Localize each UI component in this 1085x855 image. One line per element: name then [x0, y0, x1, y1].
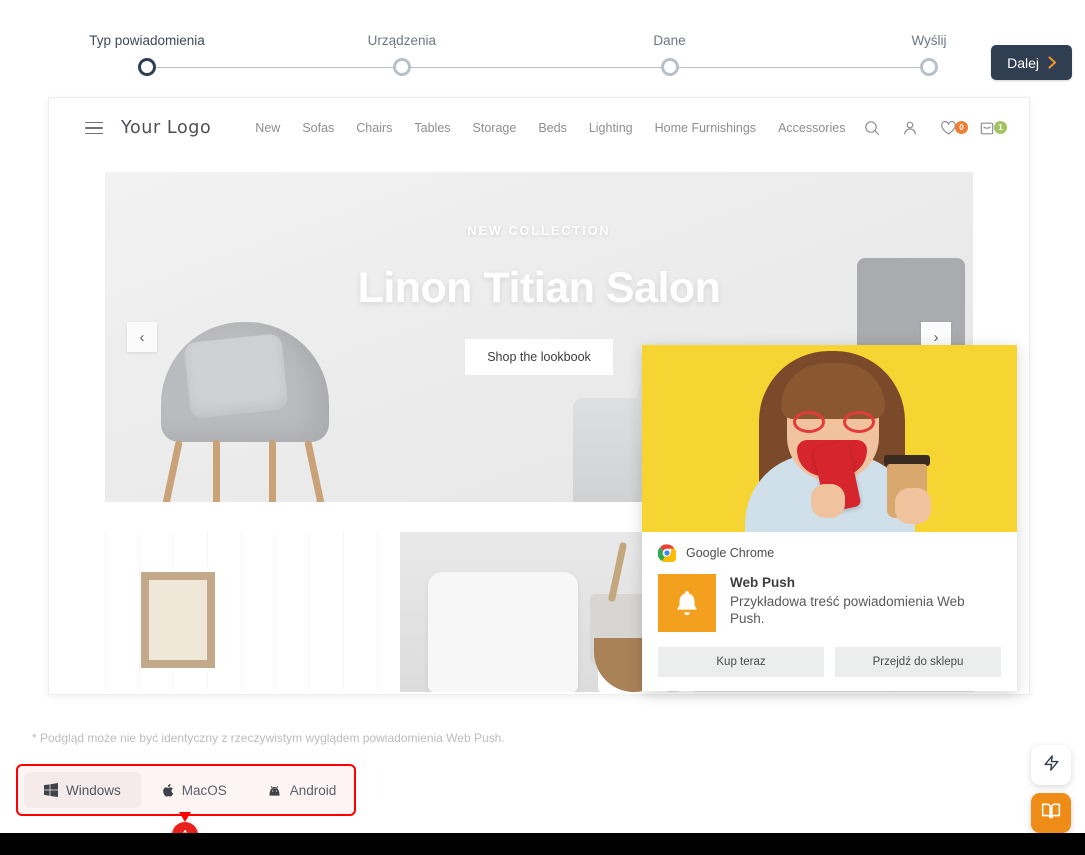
next-step-button[interactable]: Dalej — [991, 45, 1072, 80]
push-text: Przykładowa treść powiadomienia Web Push… — [730, 594, 965, 626]
nav-item-home-furnishings[interactable]: Home Furnishings — [655, 121, 756, 135]
bolt-icon — [1043, 754, 1060, 777]
step-label-3: Dane — [653, 33, 686, 48]
next-step-label: Dalej — [1007, 54, 1039, 71]
os-tab-windows-label: Windows — [66, 782, 121, 798]
hero-kicker: NEW COLLECTION — [467, 224, 611, 238]
thumbnail-bath-set[interactable] — [399, 532, 679, 692]
knowledge-base-button[interactable] — [1031, 793, 1071, 833]
step-dot-3[interactable] — [660, 58, 679, 76]
step-dot-4[interactable] — [920, 58, 938, 76]
os-tab-macos-label: MacOS — [181, 782, 227, 798]
web-push-notification-card: Google Chrome Web Push Przykładowa treść… — [642, 345, 1017, 691]
book-icon — [1041, 801, 1061, 826]
step-label-1: Typ powiadomienia — [89, 33, 205, 48]
cart-icon[interactable]: 1 — [979, 120, 1007, 136]
page-root: Typ powiadomienia Urządzenia Dane Wyślij… — [0, 0, 1085, 855]
annotation-pointer — [179, 812, 191, 822]
os-tab-windows[interactable]: Windows — [24, 772, 141, 808]
windows-icon — [44, 783, 58, 797]
shop-header: Your Logo New Sofas Chairs Tables Storag… — [49, 98, 1029, 158]
chrome-icon — [657, 544, 678, 564]
nav-item-sofas[interactable]: Sofas — [302, 121, 334, 135]
search-icon[interactable] — [864, 120, 880, 136]
push-source-name: Google Chrome — [686, 546, 775, 560]
user-icon[interactable] — [902, 120, 918, 136]
push-texts: Web Push Przykładowa treść powiadomienia… — [730, 574, 1001, 632]
stepper-connector-3 — [669, 67, 929, 68]
os-tabs: Windows MacOS Android — [24, 772, 356, 808]
nav-item-new[interactable]: New — [255, 121, 280, 135]
push-action-go-to-shop[interactable]: Przejdź do sklepu — [835, 647, 1001, 677]
nav-item-tables[interactable]: Tables — [414, 121, 450, 135]
wishlist-icon[interactable]: 0 — [940, 120, 968, 136]
cart-count-badge: 1 — [994, 121, 1007, 134]
stepper-connector-2 — [401, 67, 670, 68]
preview-footnote: * Podgląd może nie być identyczny z rzec… — [32, 731, 505, 745]
push-actions: Kup teraz Przejdź do sklepu — [658, 647, 1001, 677]
push-action-buy-now[interactable]: Kup teraz — [658, 647, 824, 677]
push-body: Google Chrome Web Push Przykładowa treść… — [642, 532, 1017, 691]
hamburger-menu-icon[interactable] — [85, 121, 103, 135]
carousel-prev-icon[interactable]: ‹ — [127, 322, 157, 352]
push-source-row: Google Chrome — [657, 544, 1001, 564]
step-label-4: Wyślij — [911, 33, 947, 48]
stepper-connector-1 — [147, 67, 402, 68]
apple-icon — [161, 783, 174, 798]
quick-actions-button[interactable] — [1031, 745, 1071, 785]
wizard-stepper: Typ powiadomienia Urządzenia Dane Wyślij — [32, 22, 952, 82]
step-dot-2[interactable] — [392, 58, 411, 76]
wishlist-count-badge: 0 — [955, 121, 968, 134]
bottom-bar — [0, 833, 1085, 855]
nav-item-lighting[interactable]: Lighting — [589, 121, 633, 135]
stepper-track — [32, 56, 952, 78]
nav-item-storage[interactable]: Storage — [473, 121, 517, 135]
os-tab-macos[interactable]: MacOS — [141, 772, 247, 808]
hero-cta-button[interactable]: Shop the lookbook — [465, 339, 613, 375]
os-tab-android[interactable]: Android — [247, 772, 357, 808]
shop-header-icons: 0 1 — [864, 120, 1007, 136]
nav-item-chairs[interactable]: Chairs — [356, 121, 392, 135]
step-label-2: Urządzenia — [367, 33, 436, 48]
thumbnail-wall-art[interactable] — [105, 532, 384, 692]
shop-nav: New Sofas Chairs Tables Storage Beds Lig… — [255, 121, 845, 135]
push-image-illustration — [715, 345, 945, 532]
bell-icon — [658, 574, 716, 632]
nav-item-beds[interactable]: Beds — [538, 121, 567, 135]
step-dot-1[interactable] — [138, 58, 156, 76]
nav-item-accessories[interactable]: Accessories — [778, 121, 845, 135]
stepper-labels: Typ powiadomienia Urządzenia Dane Wyślij — [32, 22, 952, 48]
chevron-right-icon — [1047, 56, 1058, 69]
os-tab-android-label: Android — [289, 782, 337, 798]
hero-title: Linon Titian Salon — [357, 264, 721, 312]
android-icon — [267, 785, 282, 796]
shop-logo[interactable]: Your Logo — [121, 118, 211, 138]
push-title: Web Push — [730, 575, 796, 590]
push-hero-image — [642, 345, 1017, 532]
push-main: Web Push Przykładowa treść powiadomienia… — [658, 574, 1001, 632]
